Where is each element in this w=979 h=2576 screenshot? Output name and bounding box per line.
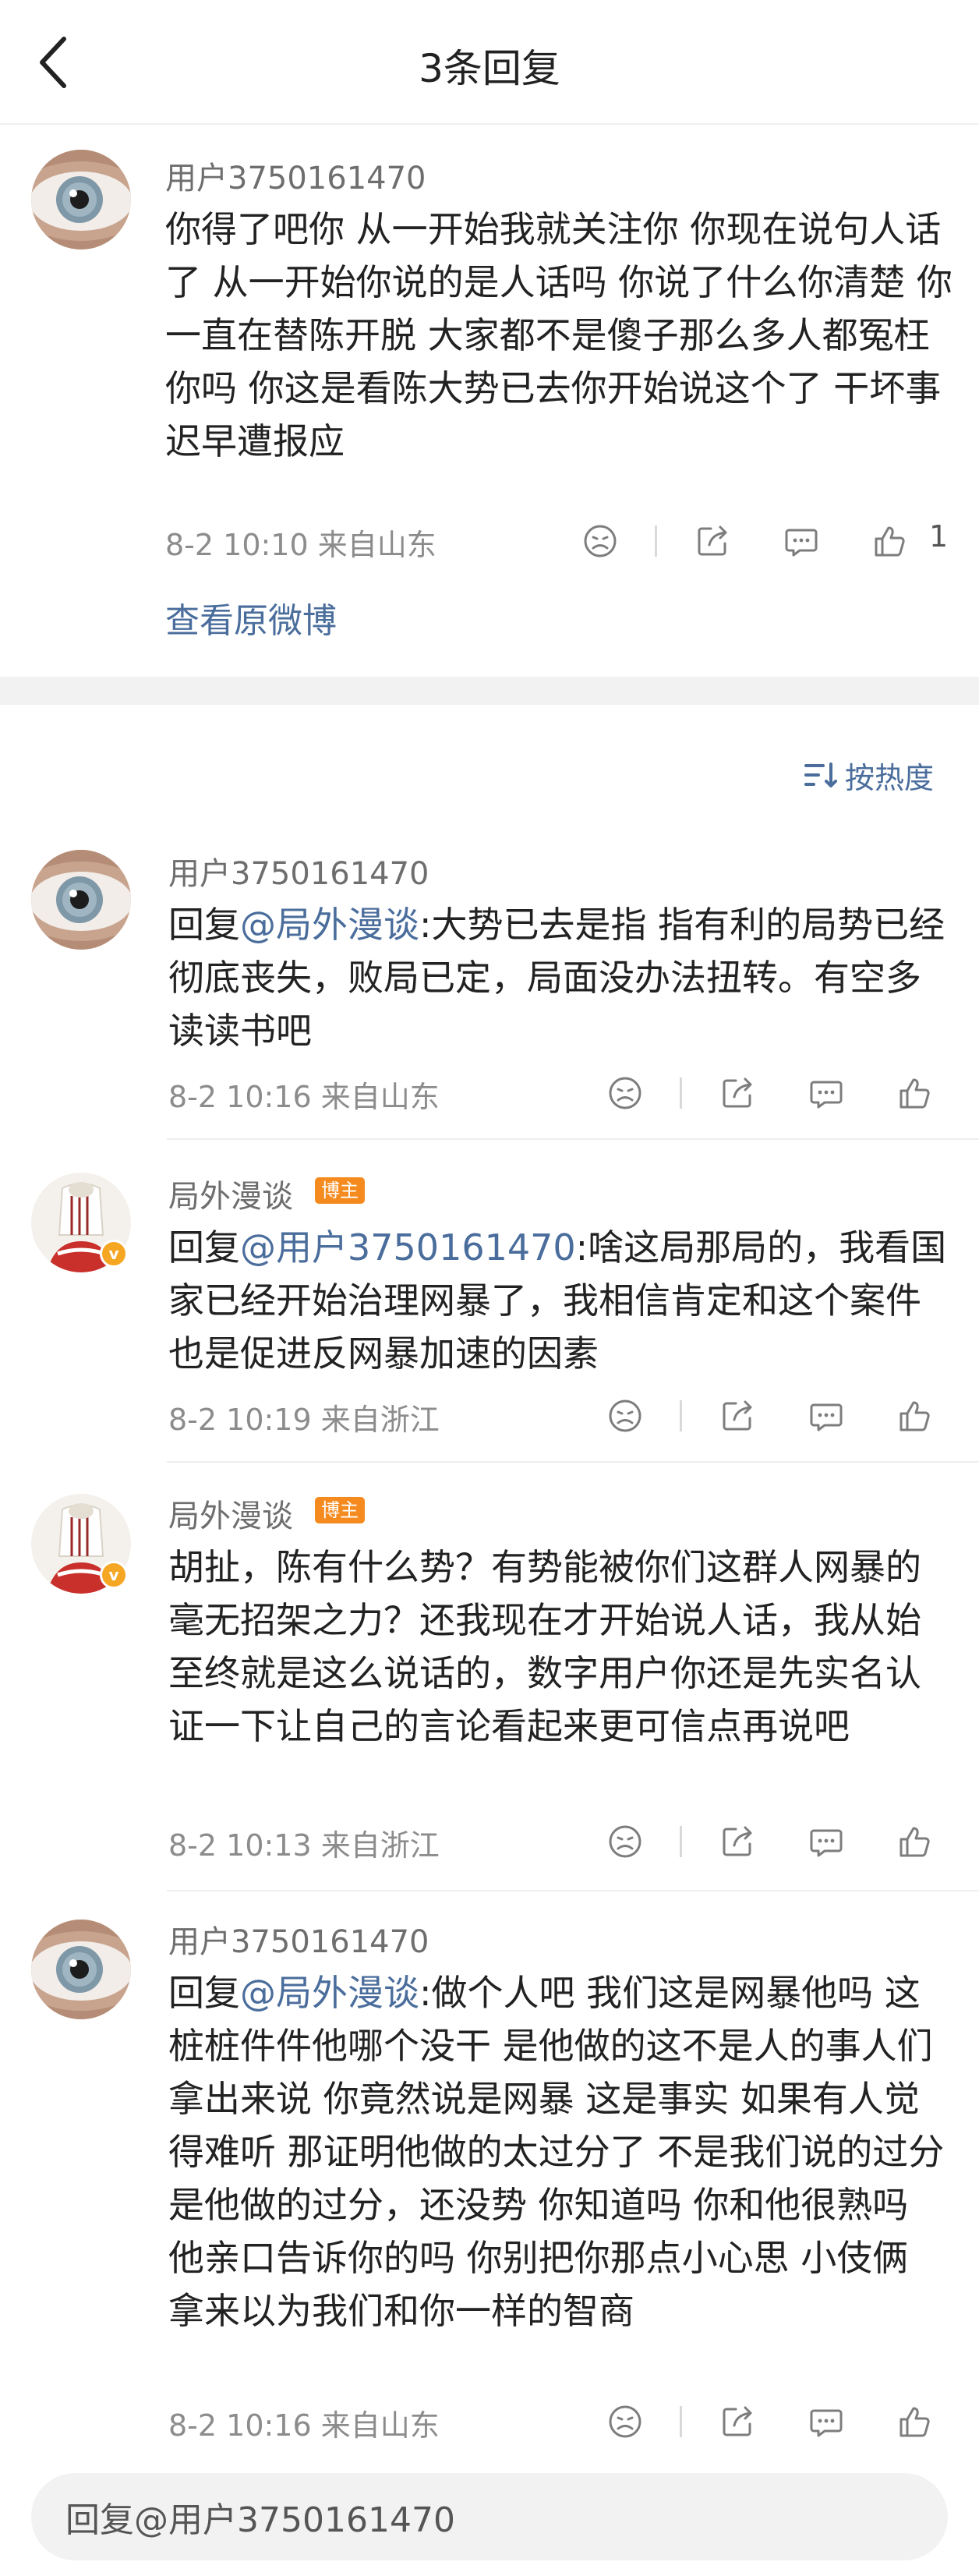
share-button[interactable]	[714, 1817, 761, 1867]
share-button[interactable]	[689, 516, 736, 566]
reply-meta: 8-2 10:16 来自山东	[168, 1080, 440, 1114]
reply-username[interactable]: 用户3750161470	[168, 848, 429, 893]
page-title: 3条回复	[419, 46, 560, 91]
dislike-button[interactable]	[602, 1817, 649, 1867]
sort-button[interactable]: 按热度	[803, 753, 934, 797]
reply-username[interactable]: 局外漫谈	[168, 1491, 293, 1536]
like-button[interactable]	[892, 1817, 938, 1867]
reply-meta: 8-2 10:19 来自浙江	[168, 1403, 440, 1437]
reply-username[interactable]: 用户3750161470	[168, 1916, 429, 1962]
dislike-icon	[606, 2403, 644, 2440]
reply-item: 用户3750161470 回复@局外漫谈:做个人吧 我们这是网暴他吗 这桩桩件件…	[0, 1891, 979, 2461]
reply-text: 回复@局外漫谈:大势已去是指 指有利的局势已经彻底丧失，败局已定，局面没办法扭转…	[168, 898, 948, 1057]
sort-icon	[804, 763, 837, 787]
mention-link[interactable]: @局外漫谈	[240, 904, 419, 946]
share-icon	[719, 1397, 756, 1435]
reply-actions	[602, 1817, 945, 1867]
comment-text: 你得了吧你 从一开始我就关注你 你现在说句人话了 从一开始你说的是人话吗 你说了…	[165, 208, 952, 462]
reply-input[interactable]: 回复@用户3750161470	[31, 2473, 948, 2560]
comment-meta: 8-2 10:10 来自山东	[165, 528, 436, 562]
dislike-icon	[581, 522, 619, 560]
comment-actions: 1	[577, 516, 951, 566]
top-bar: 3条回复	[0, 0, 979, 125]
share-button[interactable]	[714, 1391, 761, 1441]
comment-button[interactable]	[803, 1068, 850, 1118]
comment-icon	[783, 522, 820, 560]
comment-button[interactable]	[803, 1391, 850, 1441]
comment-icon	[808, 1823, 845, 1860]
share-icon	[719, 1823, 756, 1860]
like-count: 1	[929, 519, 949, 554]
mention-link[interactable]: @局外漫谈	[240, 1972, 419, 2014]
avatar[interactable]	[31, 150, 131, 249]
reply-prefix: 回复	[168, 1226, 240, 1269]
verified-badge-icon: v	[100, 1240, 128, 1268]
like-button[interactable]	[892, 1068, 938, 1118]
dislike-button[interactable]	[602, 2397, 649, 2447]
sort-label: 按热度	[845, 760, 935, 795]
view-original-link[interactable]: 查看原微博	[165, 593, 337, 642]
comment-button[interactable]	[778, 516, 825, 566]
reply-meta: 8-2 10:13 来自浙江	[168, 1828, 440, 1863]
reply-item: v 局外漫谈 博主 胡扯，陈有什么势？有势能被你们这群人网暴的毫无招架之力？还我…	[0, 1463, 979, 1890]
like-button[interactable]	[892, 2397, 938, 2447]
reply-meta: 8-2 10:16 来自山东	[168, 2408, 440, 2443]
action-divider	[680, 1400, 682, 1431]
like-icon	[896, 1397, 934, 1435]
dislike-button[interactable]	[577, 516, 624, 566]
verified-badge-icon: v	[100, 1561, 128, 1589]
share-icon	[719, 2403, 756, 2440]
dislike-button[interactable]	[602, 1391, 649, 1441]
comment-button[interactable]	[803, 2397, 850, 2447]
share-button[interactable]	[714, 1068, 761, 1118]
action-divider	[680, 1826, 682, 1857]
main-comment: 用户3750161470 你得了吧你 从一开始我就关注你 你现在说句人话了 从一…	[0, 125, 979, 677]
reply-content: :做个人吧 我们这是网暴他吗 这桩桩件件他哪个没干 是他做的这不是人的事人们拿出…	[168, 1972, 945, 2332]
comment-icon	[808, 1074, 845, 1112]
comment-button[interactable]	[803, 1817, 850, 1867]
dislike-icon	[606, 1397, 644, 1435]
avatar[interactable]	[31, 1920, 131, 2019]
reply-prefix: 回复	[168, 1972, 240, 2014]
reply-text: 胡扯，陈有什么势？有势能被你们这群人网暴的毫无招架之力？还我现在才开始说人话，我…	[168, 1546, 921, 1747]
like-button[interactable]	[867, 516, 914, 566]
like-icon	[896, 1823, 934, 1860]
dislike-button[interactable]	[602, 1068, 649, 1118]
author-badge: 博主	[315, 1497, 365, 1523]
reply-actions	[602, 1068, 945, 1118]
action-divider	[680, 1077, 682, 1109]
avatar[interactable]	[31, 850, 131, 950]
reply-text: 回复@局外漫谈:做个人吧 我们这是网暴他吗 这桩桩件件他哪个没干 是他做的这不是…	[168, 1966, 948, 2337]
share-button[interactable]	[714, 2397, 761, 2447]
section-divider	[0, 677, 979, 705]
reply-text: 回复@用户3750161470:啥这局那局的，我看国家已经开始治理网暴了，我相信…	[168, 1221, 948, 1380]
author-badge: 博主	[315, 1177, 365, 1204]
dislike-icon	[606, 1074, 644, 1112]
like-button[interactable]	[892, 1391, 938, 1441]
action-divider	[655, 525, 657, 557]
reply-username[interactable]: 局外漫谈	[168, 1171, 293, 1216]
like-icon	[896, 1074, 934, 1112]
reply-actions	[602, 2397, 945, 2447]
comment-icon	[808, 2403, 845, 2440]
like-icon	[871, 522, 909, 560]
mention-link[interactable]: @用户3750161470	[240, 1226, 576, 1269]
share-icon	[719, 1074, 756, 1112]
reply-item: v 局外漫谈 博主 回复@用户3750161470:啥这局那局的，我看国家已经开…	[0, 1140, 979, 1461]
share-icon	[694, 522, 731, 560]
comment-icon	[808, 1397, 845, 1435]
like-icon	[896, 2403, 934, 2440]
reply-item: 用户3750161470 回复@局外漫谈:大势已去是指 指有利的局势已经彻底丧失…	[0, 826, 979, 1138]
reply-prefix: 回复	[168, 904, 240, 946]
dislike-icon	[606, 1823, 644, 1860]
reply-actions	[602, 1391, 945, 1441]
comment-username[interactable]: 用户3750161470	[165, 153, 426, 198]
action-divider	[680, 2406, 682, 2437]
